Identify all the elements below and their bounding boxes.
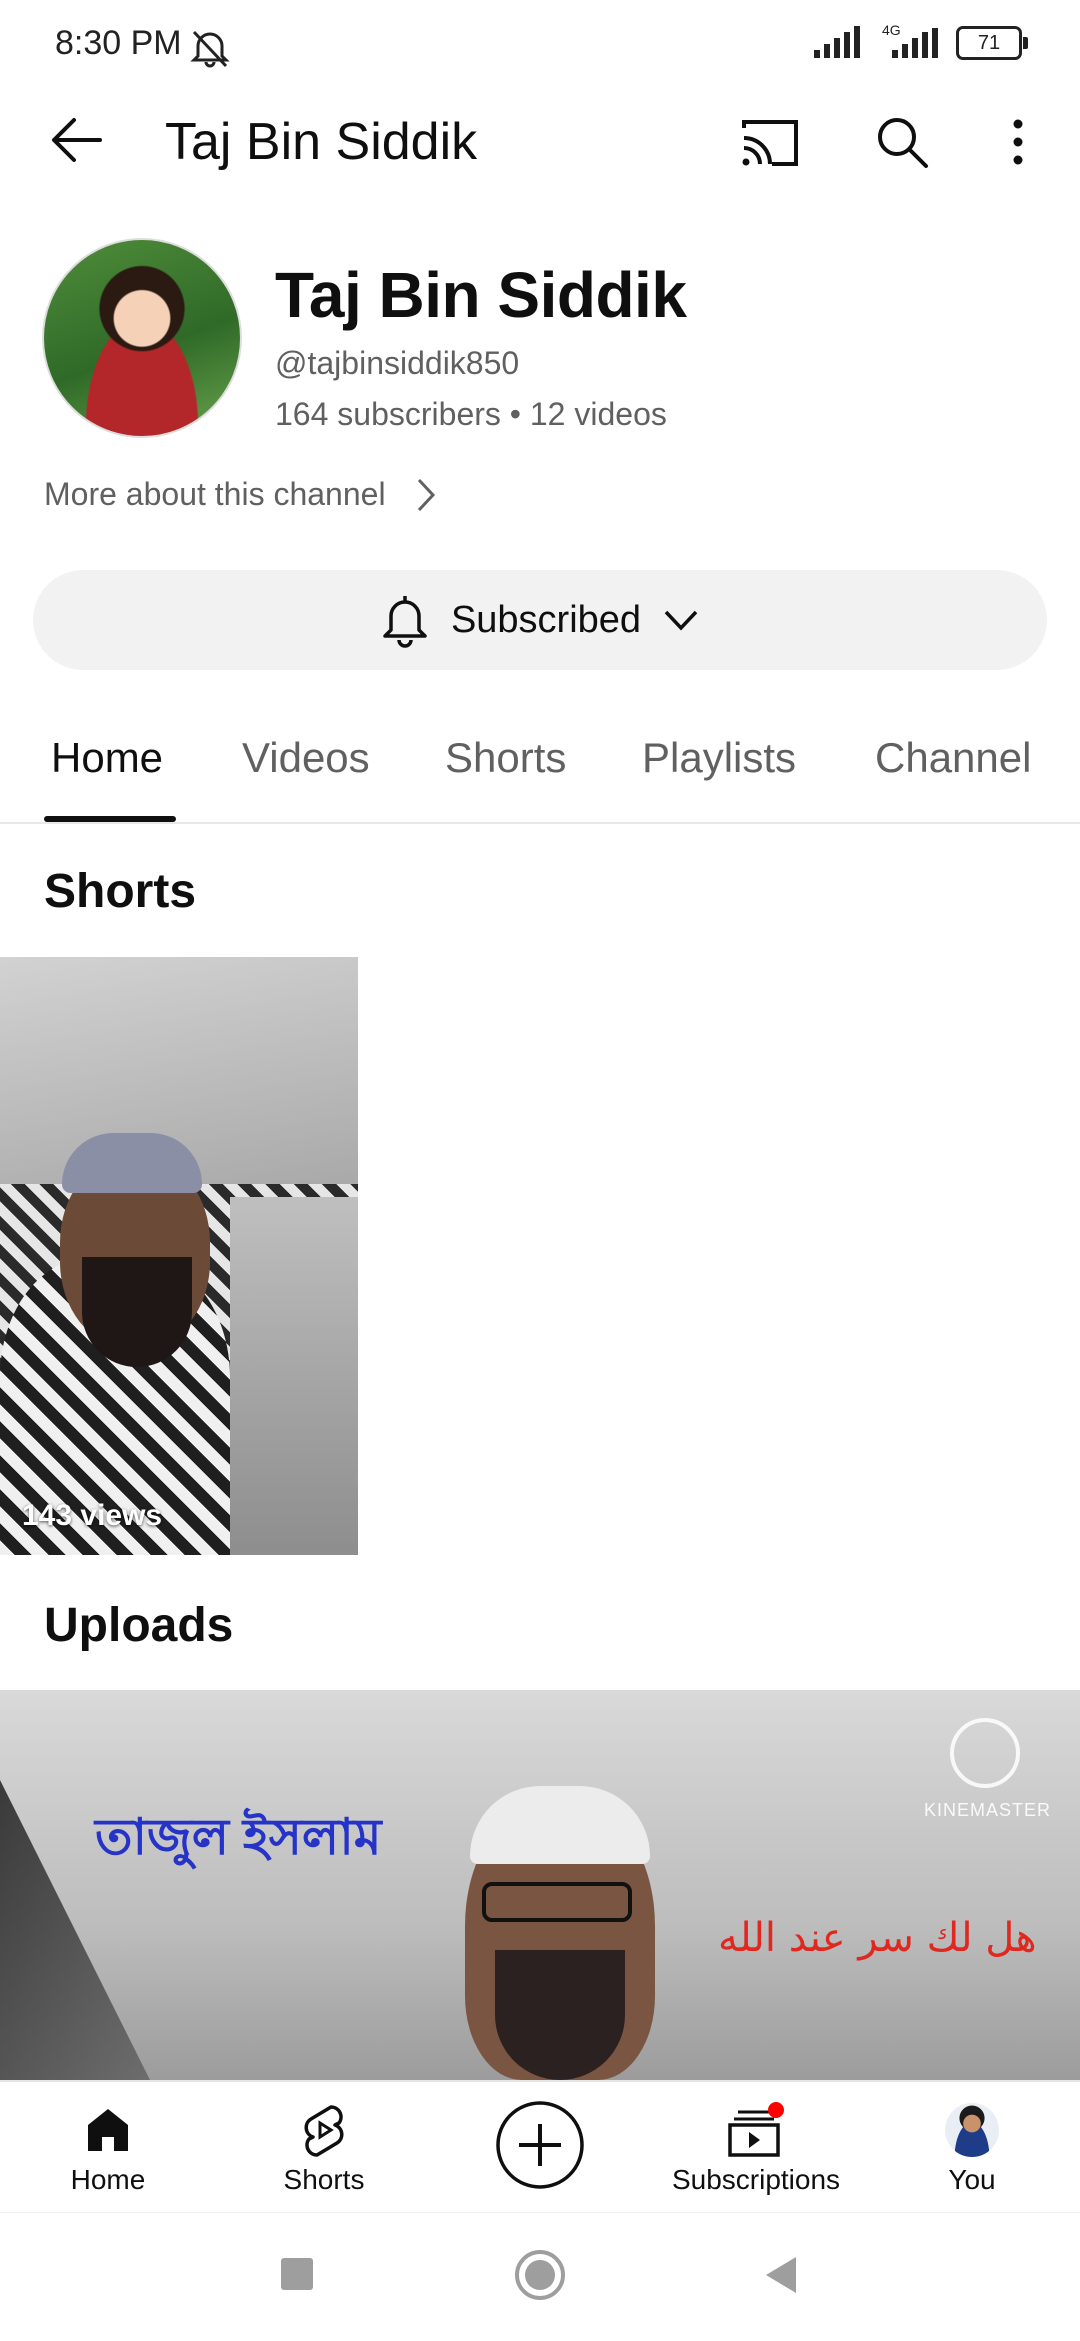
upload-video-thumbnail[interactable]: তাজুল ইসলাম هل لك سر عند الله KINEMASTER bbox=[0, 1690, 1080, 2080]
tab-home[interactable]: Home bbox=[51, 734, 163, 782]
recents-square-icon bbox=[281, 2258, 313, 2290]
home-system-button[interactable] bbox=[514, 2249, 566, 2301]
cast-button[interactable] bbox=[740, 118, 800, 168]
mute-notifications-icon bbox=[188, 28, 232, 68]
nav-shorts-label: Shorts bbox=[283, 2164, 365, 2195]
back-triangle-icon bbox=[766, 2257, 796, 2293]
cast-icon bbox=[742, 120, 798, 166]
shorts-section-title: Shorts bbox=[44, 865, 197, 918]
nav-you-label: You bbox=[948, 2164, 996, 2195]
tab-shorts[interactable]: Shorts bbox=[445, 734, 566, 782]
tab-channel[interactable]: Channel bbox=[875, 734, 1031, 782]
thumbnail-arabic-caption: هل لك سر عند الله bbox=[718, 1915, 1037, 1961]
bottom-navigation: Home Shorts Subscriptions You bbox=[0, 2080, 1080, 2212]
short-view-count: 143 views bbox=[22, 1499, 163, 1532]
active-tab-indicator bbox=[44, 816, 176, 822]
recents-button[interactable] bbox=[280, 2257, 314, 2291]
nav-you[interactable]: You bbox=[872, 2082, 1072, 2212]
channel-stats: 164 subscribers • 12 videos bbox=[275, 396, 667, 432]
thumbnail-bengali-caption: তাজুল ইসলাম bbox=[95, 1809, 382, 1865]
more-about-channel-link[interactable]: More about this channel bbox=[44, 476, 436, 513]
tab-videos[interactable]: Videos bbox=[242, 734, 370, 782]
search-icon bbox=[878, 118, 928, 168]
status-indicators: 4G 71 bbox=[812, 22, 1028, 60]
subscriptions-icon bbox=[728, 2102, 784, 2157]
channel-handle: @tajbinsiddik850 bbox=[275, 345, 520, 381]
chevron-right-icon bbox=[417, 478, 435, 511]
home-icon bbox=[88, 2109, 128, 2151]
search-button[interactable] bbox=[874, 114, 930, 170]
chevron-down-icon bbox=[664, 610, 698, 631]
more-options-button[interactable] bbox=[1006, 116, 1030, 168]
subscribed-button[interactable]: Subscribed bbox=[33, 570, 1047, 670]
home-circle-icon bbox=[515, 2250, 565, 2300]
nav-subscriptions[interactable]: Subscriptions bbox=[656, 2082, 856, 2212]
back-arrow-icon bbox=[52, 118, 102, 162]
bell-icon bbox=[383, 596, 427, 648]
app-bar-title: Taj Bin Siddik bbox=[165, 113, 478, 171]
nav-shorts[interactable]: Shorts bbox=[224, 2082, 424, 2212]
short-thumbnail[interactable]: 143 views bbox=[0, 957, 358, 1555]
nav-home[interactable]: Home bbox=[8, 2082, 208, 2212]
more-about-label: More about this channel bbox=[44, 476, 386, 512]
subscribed-label: Subscribed bbox=[450, 598, 642, 641]
more-vert-icon bbox=[1013, 119, 1023, 165]
system-navigation-bar bbox=[0, 2212, 1080, 2341]
channel-name: Taj Bin Siddik bbox=[275, 259, 687, 331]
back-button[interactable] bbox=[48, 112, 106, 168]
battery-indicator: 71 bbox=[956, 26, 1028, 60]
tab-playlists[interactable]: Playlists bbox=[642, 734, 796, 782]
shorts-icon bbox=[304, 2105, 344, 2157]
notification-dot bbox=[768, 2102, 784, 2118]
uploads-section-title: Uploads bbox=[44, 1599, 234, 1652]
nav-subscriptions-label: Subscriptions bbox=[671, 2164, 841, 2195]
kinemaster-logo-icon bbox=[950, 1718, 1020, 1788]
signal-icon bbox=[814, 26, 860, 58]
kinemaster-watermark: KINEMASTER bbox=[924, 1800, 1052, 1820]
create-icon bbox=[496, 2101, 584, 2189]
status-time: 8:30 PM bbox=[55, 24, 182, 62]
signal-4g-icon: 4G bbox=[876, 22, 942, 60]
channel-tabs: Home Videos Shorts Playlists Channel bbox=[0, 700, 1080, 824]
back-system-button[interactable] bbox=[762, 2255, 798, 2295]
channel-avatar[interactable] bbox=[42, 238, 242, 438]
nav-home-label: Home bbox=[70, 2164, 146, 2195]
nav-create[interactable] bbox=[440, 2082, 640, 2212]
avatar-icon bbox=[945, 2103, 999, 2157]
